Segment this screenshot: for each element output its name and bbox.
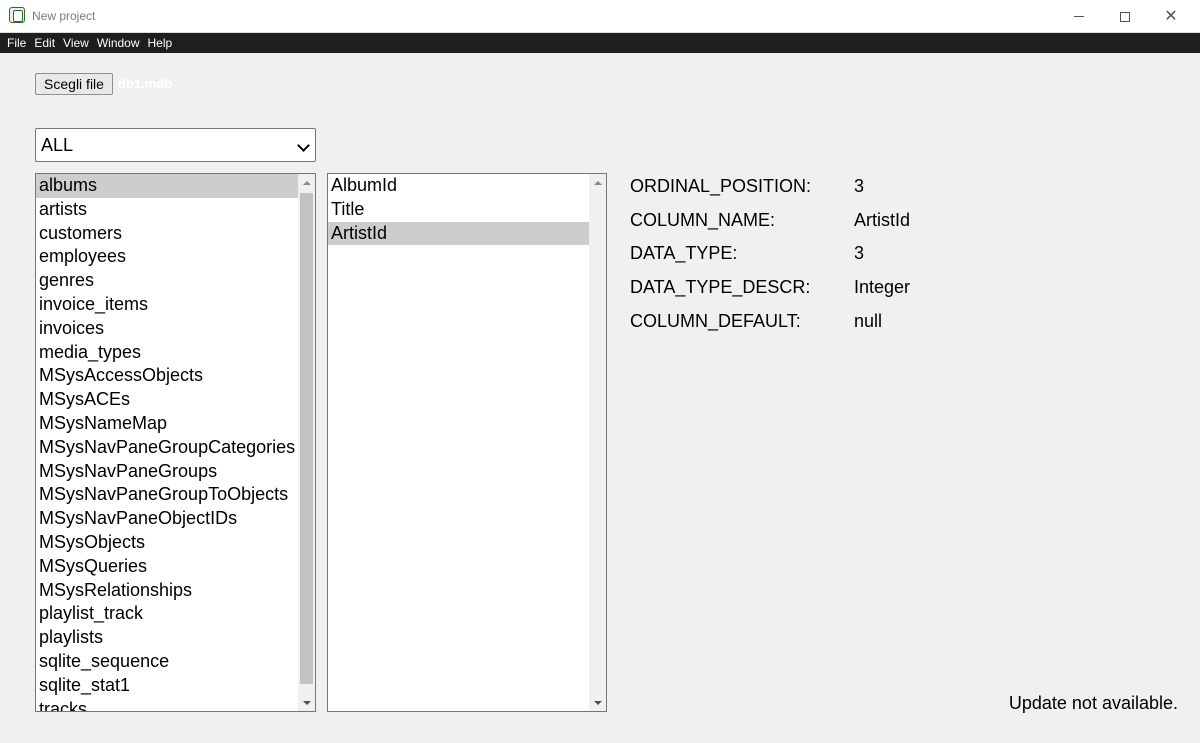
window-title: New project: [32, 9, 96, 23]
list-item[interactable]: ArtistId: [328, 221, 589, 246]
list-item[interactable]: MSysAccessObjects: [36, 364, 298, 388]
property-row: ORDINAL_POSITION: 3: [630, 173, 910, 207]
list-item[interactable]: MSysObjects: [36, 531, 298, 555]
list-item[interactable]: sqlite_sequence: [36, 650, 298, 674]
list-item[interactable]: invoice_items: [36, 293, 298, 317]
triangle-down-icon: [302, 700, 311, 705]
menu-bar: File Edit View Window Help: [0, 33, 1200, 53]
triangle-up-icon: [593, 180, 602, 185]
scroll-down-arrow[interactable]: [298, 694, 315, 711]
list-item[interactable]: tracks: [36, 698, 298, 711]
columns-scrollbar[interactable]: [589, 174, 606, 711]
list-item[interactable]: playlist_track: [36, 602, 298, 626]
list-item[interactable]: MSysNavPaneGroups: [36, 460, 298, 484]
property-value: ArtistId: [854, 209, 911, 230]
list-item[interactable]: employees: [36, 245, 298, 269]
tables-list-items: albums artists customers employees genres inv…: [36, 174, 298, 711]
selected-file-name: db1.mdb: [118, 76, 173, 91]
property-value: null: [854, 310, 883, 331]
list-item[interactable]: albums: [36, 174, 298, 198]
list-item[interactable]: AlbumId: [328, 174, 589, 198]
chevron-down-icon: [297, 139, 310, 152]
scroll-up-arrow[interactable]: [298, 174, 315, 191]
list-item[interactable]: MSysNameMap: [36, 412, 298, 436]
menu-edit[interactable]: Edit: [30, 33, 59, 53]
property-value: Integer: [854, 277, 911, 298]
column-properties: ORDINAL_POSITION: 3 COLUMN_NAME: ArtistId DA…: [630, 173, 910, 341]
list-item[interactable]: customers: [36, 222, 298, 246]
list-item[interactable]: MSysNavPaneGroupCategories: [36, 436, 298, 460]
menu-file[interactable]: File: [0, 33, 30, 53]
scroll-up-arrow[interactable]: [589, 174, 606, 191]
triangle-up-icon: [302, 180, 311, 185]
scroll-down-arrow[interactable]: [589, 694, 606, 711]
list-item[interactable]: invoices: [36, 317, 298, 341]
update-status: Update not available.: [1008, 693, 1178, 713]
property-key: DATA_TYPE_DESCR:: [630, 277, 811, 298]
minimize-icon: [1074, 16, 1084, 17]
maximize-button[interactable]: [1102, 0, 1148, 33]
list-item[interactable]: sqlite_stat1: [36, 674, 298, 698]
choose-file-button[interactable]: Scegli file: [35, 73, 113, 95]
list-item[interactable]: MSysRelationships: [36, 579, 298, 603]
list-item[interactable]: MSysACEs: [36, 388, 298, 412]
menu-window[interactable]: Window: [93, 33, 144, 53]
list-item[interactable]: MSysNavPaneObjectIDs: [36, 507, 298, 531]
list-item[interactable]: MSysNavPaneGroupToObjects: [36, 483, 298, 507]
property-row: DATA_TYPE: 3: [630, 240, 910, 274]
columns-list-items: AlbumId Title ArtistId: [328, 174, 589, 246]
menu-help[interactable]: Help: [144, 33, 177, 53]
list-item[interactable]: playlists: [36, 626, 298, 650]
tables-list[interactable]: albums artists customers employees genres inv…: [35, 173, 316, 712]
property-row: COLUMN_DEFAULT: null: [630, 308, 910, 342]
columns-list[interactable]: AlbumId Title ArtistId: [327, 173, 607, 712]
tables-scrollbar[interactable]: [298, 174, 315, 711]
property-key: ORDINAL_POSITION:: [630, 176, 812, 196]
list-item[interactable]: artists: [36, 198, 298, 222]
title-bar: New project ✕: [0, 0, 1200, 33]
close-icon: ✕: [1164, 7, 1178, 25]
property-key: COLUMN_DEFAULT:: [630, 310, 801, 331]
list-item[interactable]: media_types: [36, 341, 298, 365]
minimize-button[interactable]: [1056, 0, 1102, 33]
scroll-thumb[interactable]: [300, 193, 313, 684]
property-key: COLUMN_NAME:: [630, 209, 776, 230]
close-button[interactable]: ✕: [1148, 0, 1194, 33]
property-key: DATA_TYPE:: [630, 243, 738, 264]
property-value: 3: [854, 176, 865, 196]
property-row: DATA_TYPE_DESCR: Integer: [630, 274, 910, 308]
property-value: 3: [854, 243, 865, 264]
app-database-icon: [9, 7, 25, 23]
menu-view[interactable]: View: [59, 33, 93, 53]
maximize-icon: [1120, 11, 1130, 22]
filter-select[interactable]: ALL: [35, 128, 316, 162]
list-item[interactable]: MSysQueries: [36, 555, 298, 579]
filter-select-value: ALL: [41, 135, 74, 155]
list-item[interactable]: Title: [328, 198, 589, 222]
triangle-down-icon: [593, 700, 602, 705]
list-item[interactable]: genres: [36, 269, 298, 293]
property-row: COLUMN_NAME: ArtistId: [630, 207, 910, 241]
